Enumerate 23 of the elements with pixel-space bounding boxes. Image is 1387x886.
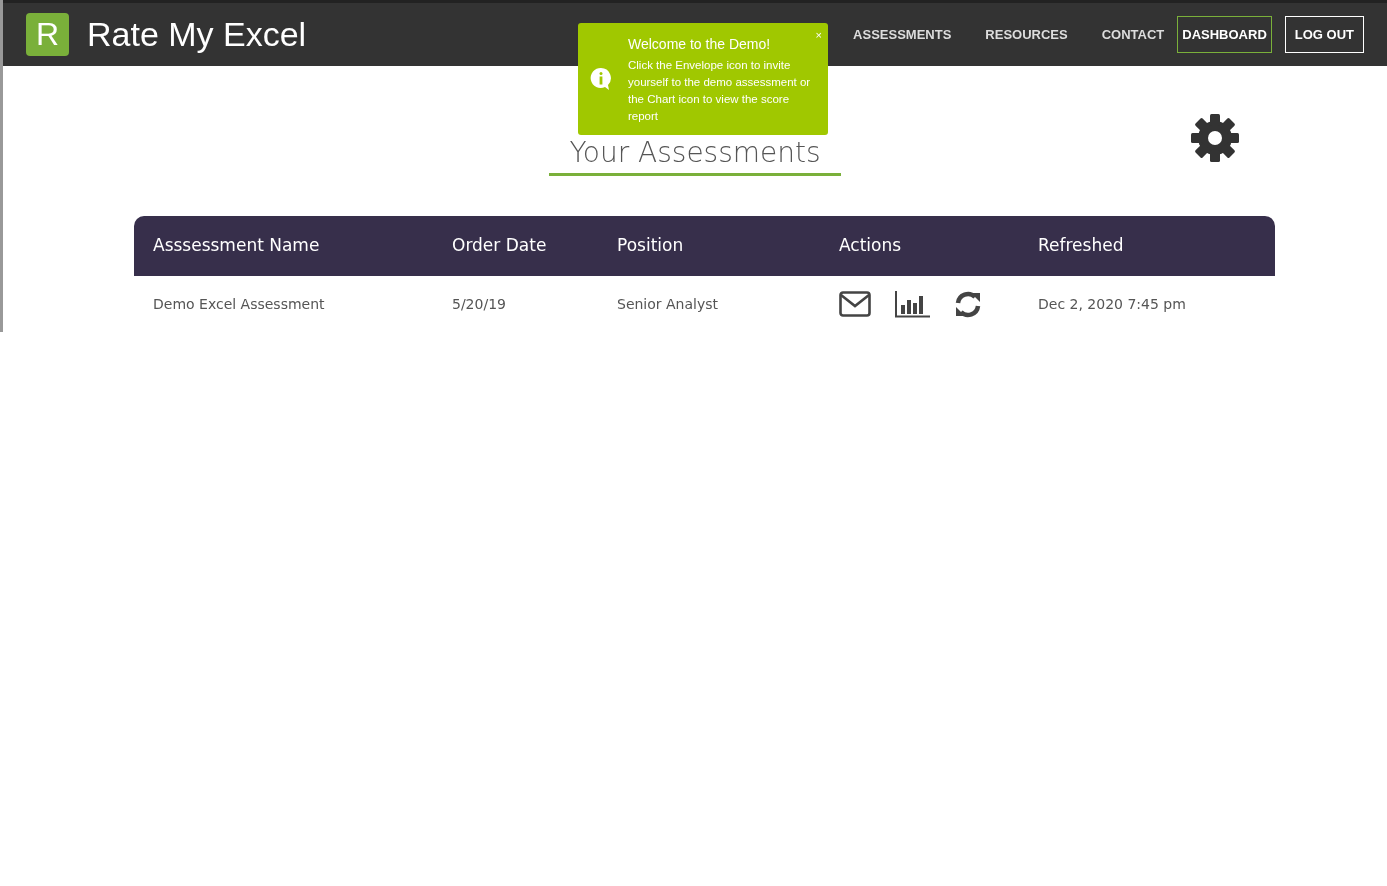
toast-message: Click the Envelope icon to invite yourself to the demo assessment or the Chart icon to view the score report [628, 58, 812, 124]
envelope-icon[interactable] [839, 291, 871, 317]
info-icon [590, 67, 612, 91]
brand-name[interactable]: Rate My Excel [87, 9, 307, 60]
table-cell-text: Demo Excel Assessment [152, 294, 326, 314]
nav-link[interactable]: RESOURCES [985, 16, 1068, 53]
column-header: Asssessment Name [152, 234, 321, 258]
nav-link[interactable]: CONTACT [1101, 16, 1165, 53]
nav-link[interactable]: ASSESSMENTS [853, 16, 952, 53]
table-cell-text: Dec 2, 2020 7:45 pm [1038, 294, 1186, 314]
column-header: Position [617, 234, 685, 258]
nav-button[interactable]: LOG OUT [1284, 15, 1364, 54]
active-nav-button[interactable]: DASHBOARD [1177, 15, 1272, 54]
toast-title: Welcome to the Demo! [628, 35, 771, 54]
refresh-icon[interactable] [954, 290, 982, 318]
bar-chart-icon[interactable] [895, 290, 930, 318]
column-header: Refreshed [1038, 234, 1124, 258]
page-title: Your Assessments [549, 136, 841, 176]
column-header: Actions [839, 234, 903, 258]
table-cell-text: Senior Analyst [617, 294, 720, 314]
settings-icon[interactable] [1189, 112, 1241, 164]
table-cell-text: 5/20/19 [452, 294, 507, 314]
column-header: Order Date [452, 234, 548, 258]
